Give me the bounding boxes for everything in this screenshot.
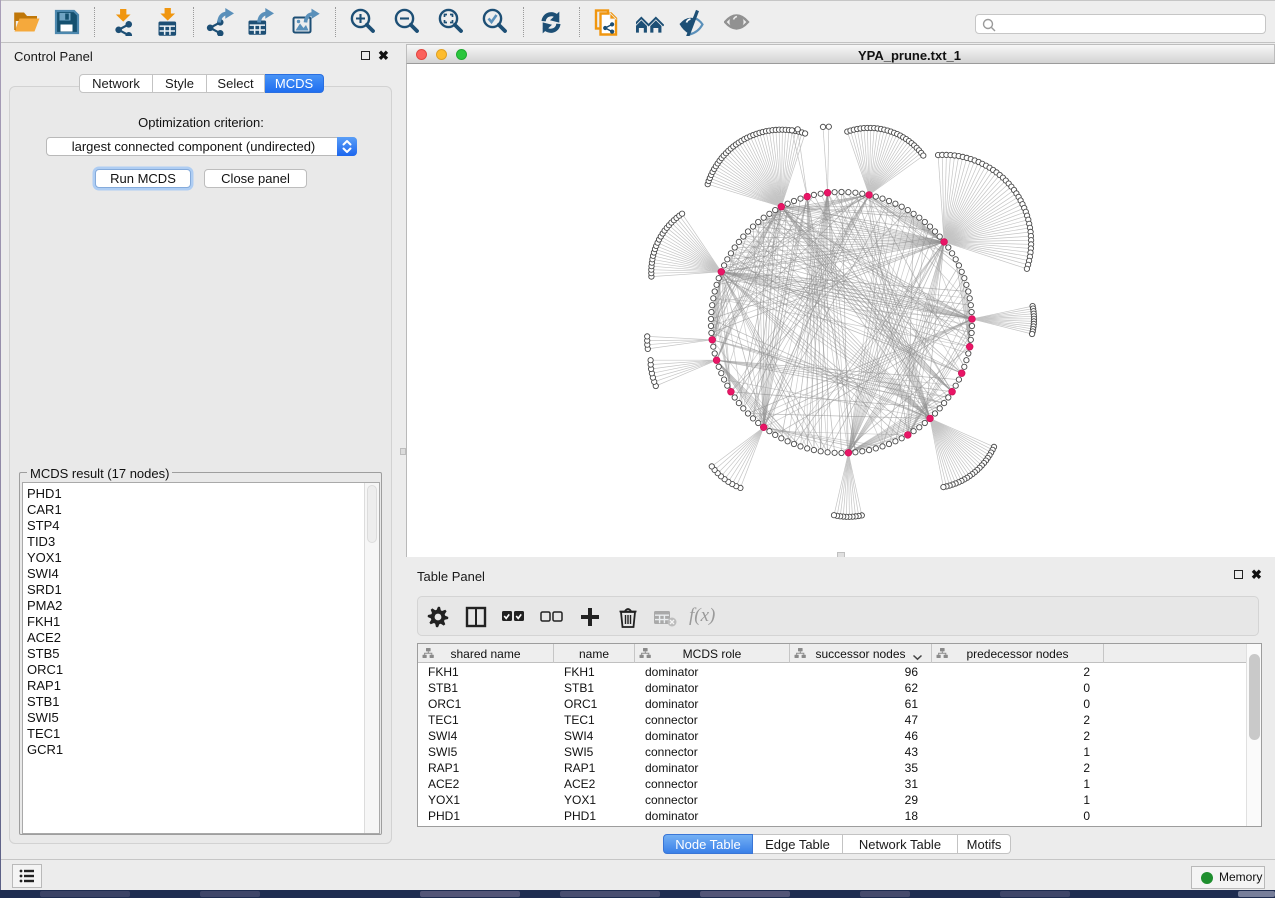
svg-text:f(x): f(x) — [689, 605, 715, 626]
